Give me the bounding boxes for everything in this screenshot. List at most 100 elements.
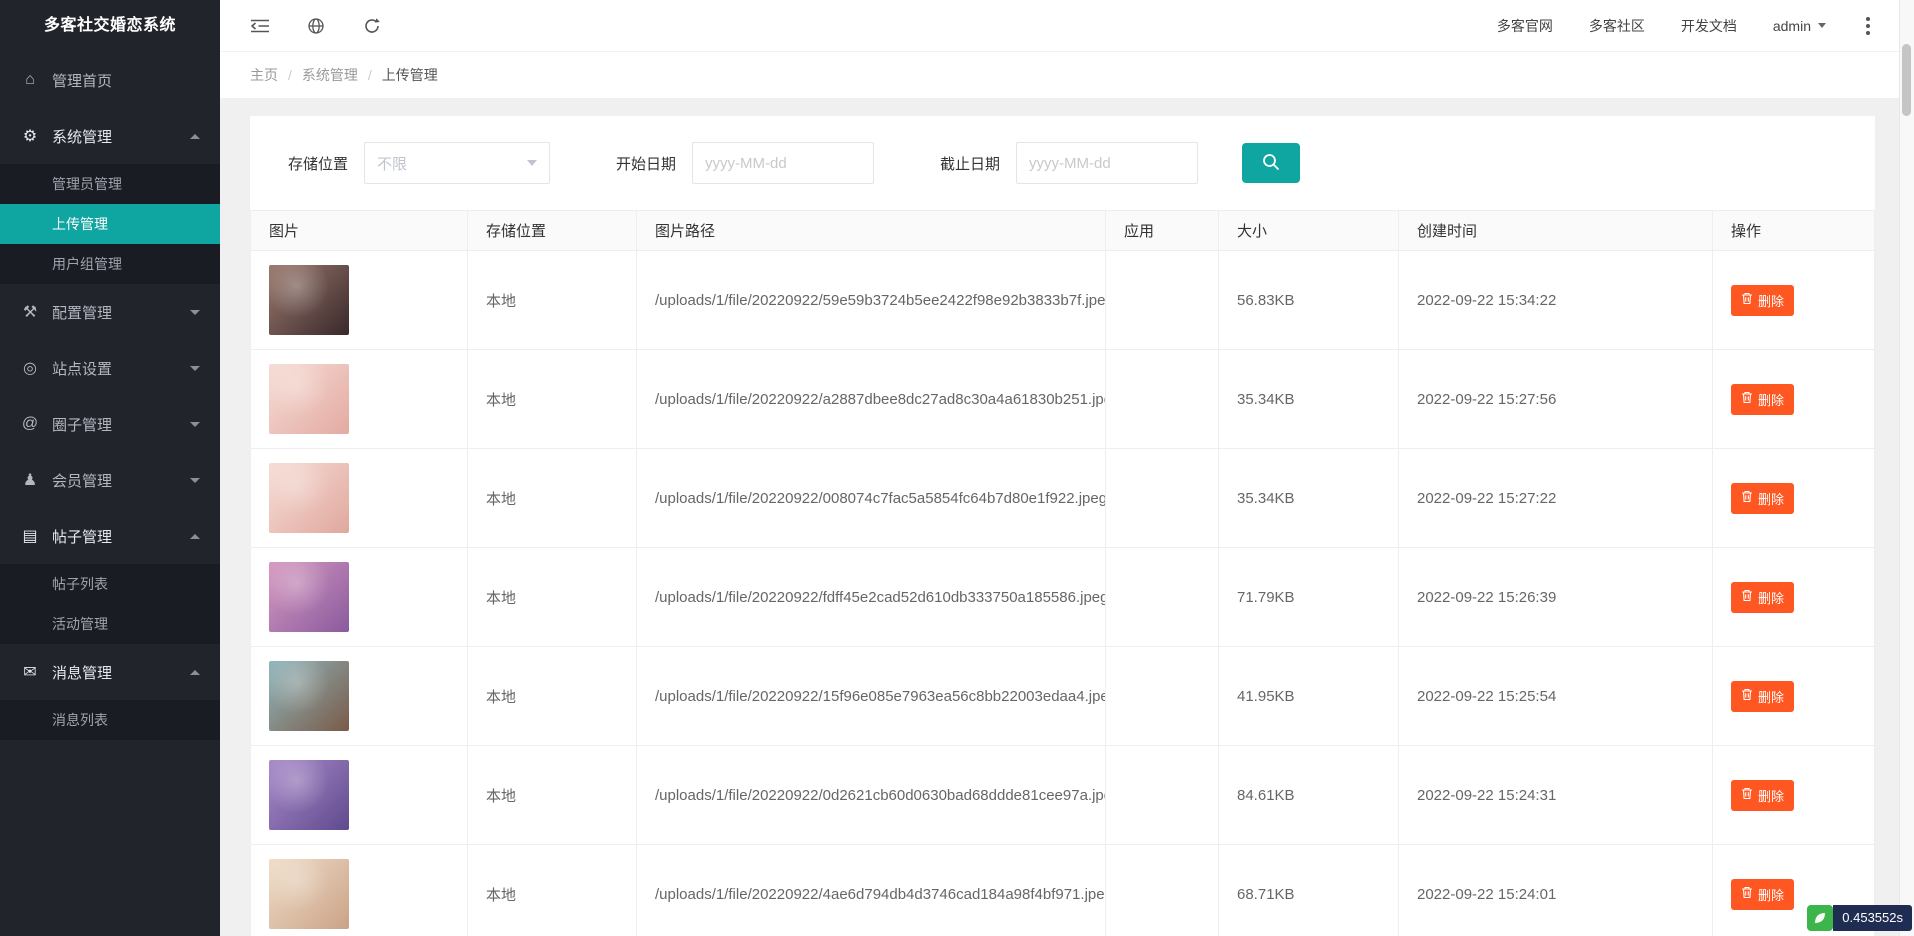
cell-actions: 删除 bbox=[1713, 746, 1875, 845]
sidebar-item-admin-manage[interactable]: 管理员管理 bbox=[0, 164, 220, 204]
chevron-down-icon bbox=[190, 310, 200, 315]
upload-thumbnail[interactable] bbox=[269, 562, 349, 632]
upload-thumbnail[interactable] bbox=[269, 859, 349, 929]
cell-path: /uploads/1/file/20220922/fdff45e2cad52d6… bbox=[637, 548, 1106, 647]
search-button[interactable] bbox=[1242, 143, 1300, 183]
debug-timer-value: 0.453552s bbox=[1833, 905, 1912, 931]
user-menu[interactable]: admin bbox=[1773, 18, 1826, 34]
cell-created: 2022-09-22 15:24:31 bbox=[1399, 746, 1713, 845]
sidebar-toggle-icon[interactable] bbox=[248, 14, 272, 38]
cell-created: 2022-09-22 15:34:22 bbox=[1399, 251, 1713, 350]
upload-thumbnail[interactable] bbox=[269, 265, 349, 335]
breadcrumb-separator: / bbox=[288, 67, 292, 83]
submenu-system: 管理员管理 上传管理 用户组管理 bbox=[0, 164, 220, 284]
end-date-input[interactable] bbox=[1016, 142, 1198, 184]
delete-button[interactable]: 删除 bbox=[1731, 285, 1794, 316]
delete-button[interactable]: 删除 bbox=[1731, 780, 1794, 811]
cell-actions: 删除 bbox=[1713, 449, 1875, 548]
sidebar-item-activity-manage[interactable]: 活动管理 bbox=[0, 604, 220, 644]
breadcrumb-home[interactable]: 主页 bbox=[250, 65, 278, 85]
cell-created: 2022-09-22 15:27:22 bbox=[1399, 449, 1713, 548]
gear-icon: ⚙ bbox=[20, 126, 40, 146]
col-header-actions: 操作 bbox=[1713, 211, 1875, 251]
cell-size: 68.71KB bbox=[1219, 845, 1399, 936]
link-official-site[interactable]: 多客官网 bbox=[1497, 16, 1553, 36]
start-date-label: 开始日期 bbox=[616, 153, 676, 174]
end-date-label: 截止日期 bbox=[940, 153, 1000, 174]
chevron-down-icon bbox=[190, 366, 200, 371]
cell-app bbox=[1106, 350, 1219, 449]
start-date-input[interactable] bbox=[692, 142, 874, 184]
cell-storage: 本地 bbox=[468, 845, 637, 936]
cell-app bbox=[1106, 548, 1219, 647]
chevron-down-icon bbox=[190, 478, 200, 483]
link-community[interactable]: 多客社区 bbox=[1589, 16, 1645, 36]
sidebar-item-config[interactable]: ⚒ 配置管理 bbox=[0, 284, 220, 340]
col-header-image: 图片 bbox=[251, 211, 468, 251]
chevron-up-icon bbox=[190, 534, 200, 539]
col-header-size: 大小 bbox=[1219, 211, 1399, 251]
delete-button[interactable]: 删除 bbox=[1731, 879, 1794, 910]
globe-icon[interactable] bbox=[304, 14, 328, 38]
search-icon bbox=[1261, 152, 1281, 175]
cell-image bbox=[251, 647, 468, 746]
breadcrumb-system[interactable]: 系统管理 bbox=[302, 65, 358, 85]
upload-manage-card: 存储位置 不限 开始日期 截止日期 bbox=[250, 116, 1875, 936]
upload-thumbnail[interactable] bbox=[269, 364, 349, 434]
link-dev-docs[interactable]: 开发文档 bbox=[1681, 16, 1737, 36]
sidebar-item-usergroup-manage[interactable]: 用户组管理 bbox=[0, 244, 220, 284]
submenu-posts: 帖子列表 活动管理 bbox=[0, 564, 220, 644]
cell-storage: 本地 bbox=[468, 251, 637, 350]
site-settings-icon: ◎ bbox=[20, 358, 40, 378]
sidebar-item-label: 帖子管理 bbox=[52, 526, 112, 547]
sidebar-item-post-list[interactable]: 帖子列表 bbox=[0, 564, 220, 604]
filter-start-group: 开始日期 bbox=[616, 142, 874, 184]
filter-bar: 存储位置 不限 开始日期 截止日期 bbox=[250, 116, 1875, 210]
upload-thumbnail[interactable] bbox=[269, 760, 349, 830]
app-root: 多客社交婚恋系统 ⌂ 管理首页 ⚙ 系统管理 管理员管理 上传管理 用户组管理 bbox=[0, 0, 1914, 936]
sidebar-item-message-list[interactable]: 消息列表 bbox=[0, 700, 220, 740]
upload-table: 图片 存储位置 图片路径 应用 大小 创建时间 操作 本地 /uploads/1… bbox=[250, 210, 1875, 936]
cell-size: 35.34KB bbox=[1219, 449, 1399, 548]
filter-end-group: 截止日期 bbox=[940, 142, 1198, 184]
sidebar-item-member[interactable]: ♟ 会员管理 bbox=[0, 452, 220, 508]
cell-app bbox=[1106, 449, 1219, 548]
upload-table-body: 本地 /uploads/1/file/20220922/59e59b3724b5… bbox=[251, 251, 1875, 936]
trash-icon bbox=[1741, 688, 1753, 704]
at-icon: @ bbox=[20, 415, 40, 433]
sidebar-item-upload-manage[interactable]: 上传管理 bbox=[0, 204, 220, 244]
cell-actions: 删除 bbox=[1713, 251, 1875, 350]
delete-button-label: 删除 bbox=[1758, 687, 1784, 706]
sidebar-item-message[interactable]: ✉ 消息管理 bbox=[0, 644, 220, 700]
cell-app bbox=[1106, 647, 1219, 746]
cell-storage: 本地 bbox=[468, 350, 637, 449]
sidebar-group-posts: ▤ 帖子管理 帖子列表 活动管理 bbox=[0, 508, 220, 644]
app-logo: 多客社交婚恋系统 bbox=[0, 0, 220, 52]
col-header-path: 图片路径 bbox=[637, 211, 1106, 251]
cell-image bbox=[251, 845, 468, 936]
storage-select-value: 不限 bbox=[377, 153, 407, 174]
sidebar-item-posts[interactable]: ▤ 帖子管理 bbox=[0, 508, 220, 564]
delete-button[interactable]: 删除 bbox=[1731, 384, 1794, 415]
chevron-down-icon bbox=[1818, 23, 1826, 28]
sidebar-item-site[interactable]: ◎ 站点设置 bbox=[0, 340, 220, 396]
refresh-icon[interactable] bbox=[360, 14, 384, 38]
topbar: 多客官网 多客社区 开发文档 admin bbox=[220, 0, 1914, 52]
upload-thumbnail[interactable] bbox=[269, 463, 349, 533]
home-icon: ⌂ bbox=[20, 71, 40, 89]
scrollbar-track[interactable] bbox=[1899, 0, 1914, 936]
sidebar-item-home[interactable]: ⌂ 管理首页 bbox=[0, 52, 220, 108]
cell-image bbox=[251, 251, 468, 350]
more-menu-icon[interactable] bbox=[1866, 24, 1870, 28]
cell-storage: 本地 bbox=[468, 746, 637, 845]
delete-button[interactable]: 删除 bbox=[1731, 582, 1794, 613]
upload-thumbnail[interactable] bbox=[269, 661, 349, 731]
cell-actions: 删除 bbox=[1713, 647, 1875, 746]
scrollbar-thumb[interactable] bbox=[1902, 44, 1911, 116]
sidebar-item-system[interactable]: ⚙ 系统管理 bbox=[0, 108, 220, 164]
sidebar-item-circle[interactable]: @ 圈子管理 bbox=[0, 396, 220, 452]
storage-select[interactable]: 不限 bbox=[364, 142, 550, 184]
delete-button[interactable]: 删除 bbox=[1731, 681, 1794, 712]
delete-button[interactable]: 删除 bbox=[1731, 483, 1794, 514]
col-header-app: 应用 bbox=[1106, 211, 1219, 251]
